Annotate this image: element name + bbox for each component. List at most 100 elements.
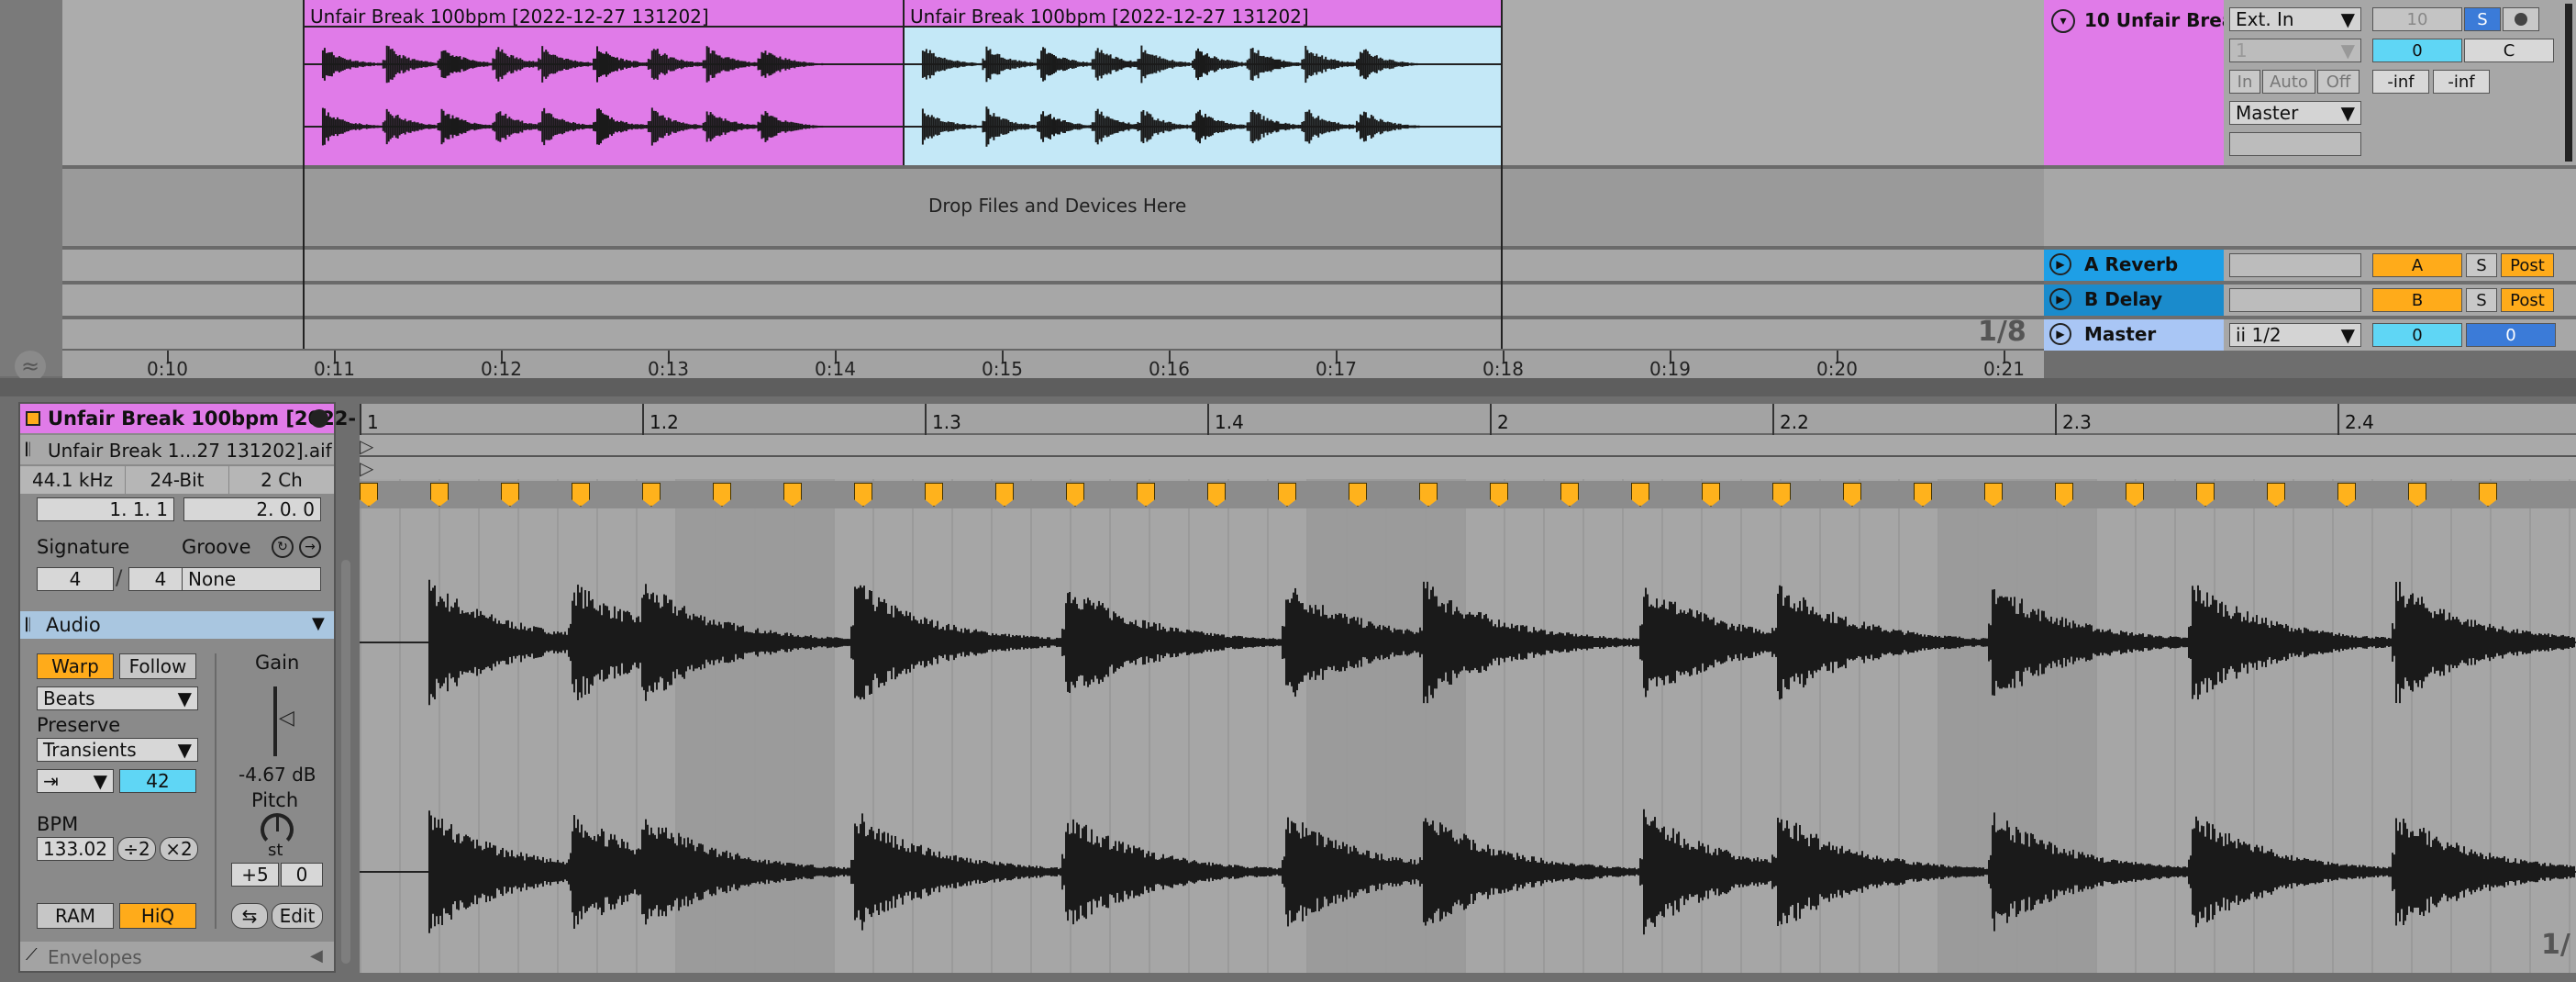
grid-quantize-label[interactable]: 1/8: [1978, 316, 2026, 348]
return-b-post[interactable]: Post: [2501, 288, 2554, 312]
track-name[interactable]: 10 Unfair Brea: [2084, 9, 2234, 31]
warp-marker[interactable]: [1419, 483, 1438, 507]
track-header-return-b[interactable]: ▶ B Delay: [2044, 285, 2224, 316]
loop-marker-icon[interactable]: ▷: [360, 457, 373, 479]
pitch-transpose-field[interactable]: +5: [231, 863, 279, 887]
warp-marker[interactable]: [2337, 483, 2356, 507]
preserve-select[interactable]: Transients ▼: [37, 738, 198, 762]
expand-triangle-icon[interactable]: ◀: [310, 946, 323, 965]
play-icon[interactable]: ▶: [2049, 288, 2071, 310]
reverse-icon[interactable]: ⇆: [231, 903, 268, 929]
master-lane[interactable]: [62, 319, 2044, 349]
beat-ruler[interactable]: 1 1.2 1.3 1.4 2 2.2 2.3 2.4: [360, 404, 2576, 435]
play-icon[interactable]: ▶: [2049, 323, 2071, 345]
return-a-activator[interactable]: A: [2372, 253, 2462, 277]
arm-record-button[interactable]: [2503, 7, 2539, 31]
warp-button[interactable]: Warp: [37, 653, 114, 679]
loop-end-line[interactable]: [1501, 0, 1503, 349]
monitor-in-button[interactable]: In: [2229, 70, 2260, 94]
panel-scrollbar[interactable]: [341, 560, 350, 964]
input-type-select[interactable]: Ext. In ▼: [2229, 7, 2361, 31]
track-name[interactable]: Master: [2084, 323, 2156, 345]
transient-envelope-field[interactable]: 42: [119, 769, 196, 793]
double-tempo-button[interactable]: ×2: [160, 837, 198, 861]
collapse-triangle-icon[interactable]: ▼: [312, 614, 325, 633]
track-pan-field[interactable]: C: [2464, 39, 2554, 62]
loop-mode-select[interactable]: ⇥ ▼: [37, 769, 114, 793]
track-header-return-a[interactable]: ▶ A Reverb: [2044, 250, 2224, 281]
start-marker-icon[interactable]: ▷: [360, 435, 373, 457]
editor-grid-label[interactable]: 1/: [2541, 929, 2570, 961]
warp-marker[interactable]: [995, 483, 1014, 507]
groove-select[interactable]: None: [182, 567, 321, 591]
warp-marker[interactable]: [1984, 483, 2003, 507]
input-channel-select[interactable]: 1 ▼: [2229, 39, 2361, 62]
loop-marker-row[interactable]: ▷: [360, 457, 2576, 479]
warp-marker[interactable]: [1066, 483, 1084, 507]
groove-hot-swap-icon[interactable]: ↻: [272, 536, 294, 558]
return-a-post[interactable]: Post: [2501, 253, 2554, 277]
clip-start-field[interactable]: 1. 1. 1: [37, 497, 174, 521]
sample-editor[interactable]: 1 1.2 1.3 1.4 2 2.2 2.3 2.4 ▷ ▷ 1/: [360, 404, 2576, 973]
warp-marker[interactable]: [2267, 483, 2285, 507]
arrangement-view[interactable]: Unfair Break 100bpm [2022-12-27 131202] …: [62, 0, 2044, 349]
output-select[interactable]: Master ▼: [2229, 101, 2361, 125]
warp-marker[interactable]: [572, 483, 590, 507]
warp-marker[interactable]: [501, 483, 519, 507]
master-pan-field[interactable]: 0: [2466, 323, 2556, 347]
follow-button[interactable]: Follow: [119, 653, 196, 679]
return-b-io[interactable]: [2229, 288, 2361, 312]
clip-end-field[interactable]: 2. 0. 0: [183, 497, 321, 521]
warp-marker[interactable]: [2055, 483, 2073, 507]
arrangement-clip-1[interactable]: Unfair Break 100bpm [2022-12-27 131202]: [303, 0, 903, 165]
warp-marker[interactable]: [854, 483, 872, 507]
halve-tempo-button[interactable]: ÷2: [117, 837, 156, 861]
return-b-solo[interactable]: S: [2466, 288, 2497, 312]
time-ruler-bar[interactable]: 0:10 0:11 0:12 0:13 0:14 0:15 0:16 0:17 0:18 0:19…: [62, 349, 2044, 382]
warp-marker[interactable]: [2126, 483, 2144, 507]
arrangement-clip-2[interactable]: Unfair Break 100bpm [2022-12-27 131202]: [903, 0, 1503, 165]
warp-marker[interactable]: [1772, 483, 1791, 507]
warp-marker[interactable]: [2408, 483, 2426, 507]
play-icon[interactable]: ▶: [2049, 253, 2071, 275]
envelopes-bar[interactable]: ⟋ Envelopes ◀: [20, 942, 334, 971]
start-marker-row[interactable]: ▷: [360, 435, 2576, 457]
return-b-activator[interactable]: B: [2372, 288, 2462, 312]
warp-marker[interactable]: [713, 483, 731, 507]
bpm-field[interactable]: 133.02: [37, 837, 114, 861]
warp-marker[interactable]: [783, 483, 802, 507]
return-a-solo[interactable]: S: [2466, 253, 2497, 277]
monitor-auto-button[interactable]: Auto: [2262, 70, 2315, 94]
track-volume-field[interactable]: 0: [2372, 39, 2462, 62]
warp-marker[interactable]: [642, 483, 661, 507]
pin-icon[interactable]: ≈: [15, 351, 46, 382]
warp-marker[interactable]: [1914, 483, 1932, 507]
fold-track-icon[interactable]: ▾: [2051, 9, 2075, 33]
track-header-audio[interactable]: ▾ 10 Unfair Brea: [2044, 0, 2234, 165]
return-lane-b[interactable]: [62, 285, 2044, 316]
clip-color-square[interactable]: [26, 411, 40, 426]
warp-marker[interactable]: [1631, 483, 1649, 507]
warp-marker[interactable]: [1207, 483, 1226, 507]
hiq-button[interactable]: HiQ: [119, 903, 196, 929]
pitch-detune-field[interactable]: 0: [281, 863, 323, 887]
warp-marker[interactable]: [360, 483, 378, 507]
output-channel-select[interactable]: [2229, 132, 2361, 156]
warp-marker-strip[interactable]: [360, 481, 2576, 508]
return-a-io[interactable]: [2229, 253, 2361, 277]
loop-start-line[interactable]: [303, 0, 305, 349]
warp-marker[interactable]: [1137, 483, 1155, 507]
audio-section-header[interactable]: 𝄃 Audio ▼: [20, 611, 334, 639]
track-header-master[interactable]: ▶ Master: [2044, 319, 2224, 351]
warp-marker[interactable]: [1349, 483, 1367, 507]
signature-numerator[interactable]: 4: [37, 567, 114, 591]
warp-marker[interactable]: [1278, 483, 1296, 507]
solo-button[interactable]: S: [2464, 7, 2501, 31]
return-lane-a[interactable]: [62, 250, 2044, 281]
warp-marker[interactable]: [1560, 483, 1579, 507]
warp-marker[interactable]: [430, 483, 449, 507]
warp-mode-select[interactable]: Beats ▼: [37, 686, 198, 710]
master-output-select[interactable]: ii 1/2 ▼: [2229, 323, 2361, 347]
track-name[interactable]: B Delay: [2084, 288, 2162, 310]
warp-marker[interactable]: [2479, 483, 2497, 507]
